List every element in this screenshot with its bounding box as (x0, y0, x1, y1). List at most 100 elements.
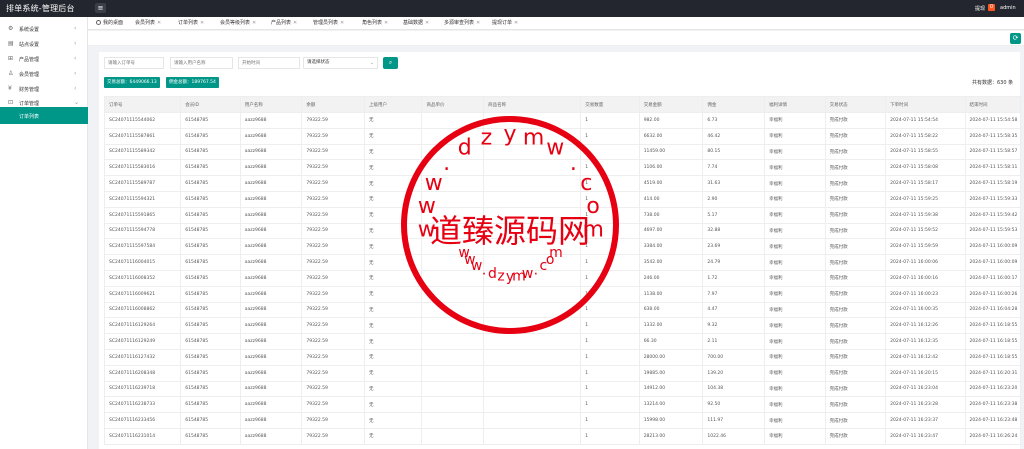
column-header: 会员ID (180, 96, 241, 113)
chevron-left-icon: ‹ (74, 55, 77, 62)
refresh-icon[interactable]: ⟳ (1010, 33, 1021, 44)
sidebar-item-member[interactable]: ♙ 会员管理 ‹ (0, 67, 88, 81)
tab-order-list[interactable]: 订单列表 ✕ (178, 17, 204, 30)
table-cell: SC24071115597584 (103, 238, 182, 256)
sidebar-item-finance[interactable]: ¥ 财务管理 ‹ (0, 82, 88, 96)
table-cell: 幸福利 (764, 206, 826, 224)
user-icon: ♙ (8, 70, 14, 77)
table-cell: 61548785 (180, 238, 241, 256)
table-cell: 2024-07-11 16:00:17 (964, 269, 1022, 287)
withdraw-notice-link[interactable]: 提现 (975, 5, 985, 12)
table-cell: 79322.59 (301, 269, 366, 287)
table-cell: 1138.00 (638, 285, 704, 303)
table-cell: SC24071115594778 (103, 222, 182, 240)
chevron-left-icon: ‹ (74, 70, 77, 77)
table-cell: 幸福利 (764, 364, 826, 382)
table-row[interactable]: SC24071116239718 61548785 aazz9688 79322.59… (103, 380, 1022, 398)
table-cell: 2024-07-11 16:18:55 (964, 348, 1022, 366)
table-row[interactable]: SC24071116233456 61548785 aazz9688 79322.59… (103, 412, 1022, 429)
close-icon[interactable]: ✕ (340, 20, 344, 26)
order-number-input[interactable] (104, 57, 164, 69)
table-cell: 14912.00 (638, 380, 704, 398)
column-header: 佣金 (702, 96, 765, 113)
table-cell: 246.00 (638, 269, 704, 287)
gear-icon: ⚙ (8, 25, 14, 32)
tab-home[interactable]: 我的桌面 (96, 17, 123, 30)
search-button[interactable]: ⌕ (383, 57, 398, 69)
table-row[interactable]: SC24071116208348 61548785 aazz9688 79322.59… (103, 364, 1022, 382)
table-cell: 79322.59 (301, 190, 366, 208)
sidebar-subitem-order-list[interactable]: 订单列表 (0, 107, 88, 124)
table-cell: 完成付款 (824, 348, 887, 366)
page-toolbar (88, 31, 1024, 46)
table-cell: SC24071115589787 (103, 175, 182, 192)
user-menu[interactable]: admin (1000, 5, 1016, 11)
table-cell: 139.20 (702, 364, 765, 382)
close-icon[interactable]: ✕ (293, 20, 297, 26)
table-cell: 2.90 (702, 190, 765, 208)
username-input[interactable] (170, 57, 233, 69)
table-cell: 61548785 (180, 396, 241, 414)
tab-bar: 我的桌面 会员列表 ✕ 订单列表 ✕ 会员等级列表 ✕ 产品列表 ✕ 管理员列表 ✕ 角色… (88, 17, 1024, 30)
table-row[interactable]: SC24071116231014 61548785 aazz9688 79322.59… (103, 427, 1022, 445)
menu-toggle-icon[interactable]: ≡ (95, 3, 106, 13)
column-header: 用户名称 (239, 96, 303, 113)
table-cell: 幸福利 (764, 175, 826, 192)
tab-label: 订单列表 (178, 20, 199, 26)
close-icon[interactable]: ✕ (476, 20, 480, 26)
table-cell: 无 (364, 348, 423, 366)
close-icon[interactable]: ✕ (200, 20, 204, 26)
watermark-chinese-text: 道臻源码网 (430, 212, 590, 250)
tab-member-level-list[interactable]: 会员等级列表 ✕ (220, 17, 256, 30)
table-cell: 79322.59 (301, 333, 366, 350)
tab-withdraw-orders[interactable]: 提现订单 ✕ (492, 17, 518, 30)
table-cell: 2024-07-11 16:00:16 (885, 269, 966, 287)
site-icon: ▤ (8, 40, 14, 47)
table-cell: 2024-07-11 16:12:42 (885, 348, 966, 366)
column-header: 上级用户 (364, 96, 423, 113)
tab-role-list[interactable]: 角色列表 ✕ (362, 17, 388, 30)
close-icon[interactable]: ✕ (252, 20, 256, 26)
table-cell: 6632.00 (638, 127, 704, 145)
sidebar-item-product[interactable]: ⊞ 产品管理 ‹ (0, 52, 88, 66)
close-icon[interactable]: ✕ (157, 20, 161, 26)
chevron-left-icon: ‹ (74, 25, 77, 32)
table-cell: 无 (364, 412, 423, 429)
table-cell: 61548785 (180, 127, 241, 145)
tab-review-list[interactable]: 多源审查列表 ✕ (444, 17, 480, 30)
table-row[interactable]: SC24071116127432 61548785 aazz9688 79322.59… (103, 348, 1022, 366)
column-header: 下单时间 (885, 96, 966, 113)
sidebar: ⚙ 系统设置 ‹ ▤ 站点设置 ‹ ⊞ 产品管理 ‹ ♙ 会员管理 ‹ ¥ 财务… (0, 17, 88, 449)
tab-basic-data[interactable]: 基础数据 ✕ (403, 17, 429, 30)
table-cell: aazz9688 (239, 254, 303, 271)
table-cell: 幸福利 (764, 190, 826, 208)
table-cell: 61548785 (180, 364, 241, 382)
table-cell: 414.00 (638, 190, 704, 208)
table-cell: 79322.59 (301, 380, 366, 398)
table-cell: SC24071116009621 (103, 285, 182, 303)
table-cell: 完成付款 (824, 112, 887, 129)
table-cell: 2024-07-11 15:58:55 (885, 143, 966, 161)
table-cell: 完成付款 (824, 190, 887, 208)
table-cell: 11459.00 (638, 143, 704, 161)
tab-product-list[interactable]: 产品列表 ✕ (271, 17, 297, 30)
table-cell: 638.00 (638, 301, 704, 319)
start-time-input[interactable] (238, 57, 300, 69)
sidebar-item-system[interactable]: ⚙ 系统设置 ‹ (0, 22, 88, 36)
table-row[interactable]: SC24071116238733 61548785 aazz9688 79322.59… (103, 396, 1022, 414)
table-cell: 4697.00 (638, 222, 704, 240)
table-cell: SC24071116208348 (103, 364, 182, 382)
close-icon[interactable]: ✕ (384, 20, 388, 26)
table-cell: 完成付款 (824, 301, 887, 319)
tab-label: 提现订单 (492, 20, 513, 26)
table-cell: 32.88 (702, 222, 765, 240)
sidebar-item-site[interactable]: ▤ 站点设置 ‹ (0, 37, 88, 51)
status-select[interactable]: 请选择状态 ⌄ (303, 57, 378, 69)
table-cell: SC24071115587861 (103, 127, 182, 145)
table-cell (421, 396, 485, 414)
tab-admin-list[interactable]: 管理员列表 ✕ (313, 17, 344, 30)
table-cell: 2024-07-11 15:59:38 (885, 206, 966, 224)
tab-member-list[interactable]: 会员列表 ✕ (135, 17, 161, 30)
close-icon[interactable]: ✕ (425, 20, 429, 26)
close-icon[interactable]: ✕ (514, 20, 518, 26)
